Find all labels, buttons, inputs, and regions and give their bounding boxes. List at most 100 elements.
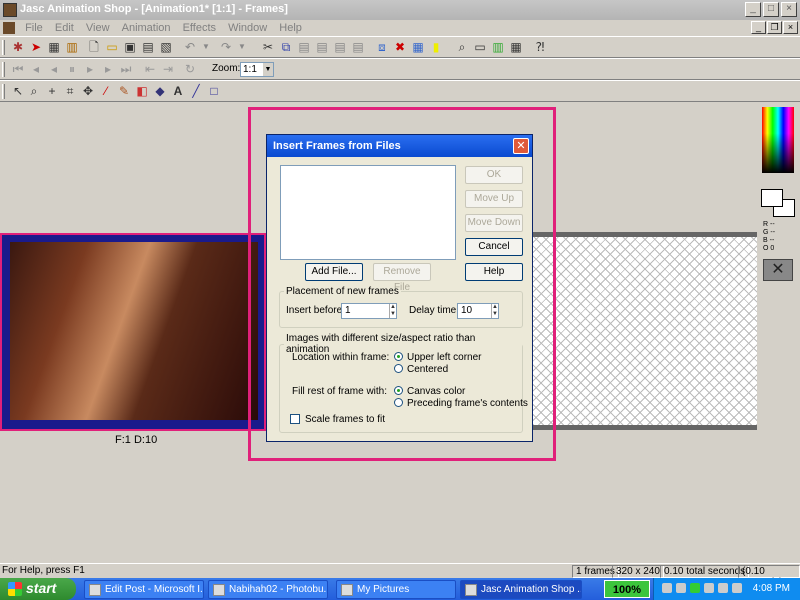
toolbar-grip[interactable] [2,84,5,99]
open-icon[interactable]: ▭ [104,39,120,55]
save-frames-icon[interactable]: ▤ [140,39,156,55]
last-frame-icon[interactable]: ⏭ [118,61,134,77]
scroll-forward-icon[interactable]: ⇥ [160,61,176,77]
tray-icon[interactable] [662,583,672,593]
dropper-tool-icon[interactable]: ⁄ [98,83,114,99]
remove-file-button[interactable]: Remove File [373,263,431,293]
line-tool-icon[interactable]: ╱ [188,83,204,99]
empty-frame-area[interactable] [533,237,757,425]
highlight-icon[interactable]: ▮ [428,39,444,55]
magnifier-tool-icon[interactable]: ⌕ [26,83,42,99]
centered-radio[interactable] [394,364,403,373]
menu-edit[interactable]: Edit [50,20,78,34]
shape-tool-icon[interactable]: □ [206,83,222,99]
zoom-tool-icon[interactable]: ⌕ [454,39,470,55]
transparent-swatch-icon[interactable]: ✕ [763,259,793,281]
delay-time-field[interactable]: 10 ▲ ▼ [457,303,499,319]
cancel-button[interactable]: Cancel [465,238,523,256]
paste-before-icon[interactable]: ▤ [332,39,348,55]
cut-icon[interactable]: ✂ [260,39,276,55]
foreground-swatch[interactable] [761,189,783,207]
brush-tool-icon[interactable]: ✎ [116,83,132,99]
menu-effects[interactable]: Effects [178,20,220,34]
dialog-close-button[interactable]: ✕ [513,138,529,154]
close-button[interactable]: × [781,2,797,17]
doc-restore-button[interactable]: ❐ [767,21,782,34]
start-button[interactable]: start [0,578,76,600]
banner-wizard-icon[interactable]: ➤ [28,39,44,55]
context-help-icon[interactable]: ⁈ [532,39,548,55]
loop-icon[interactable]: ↻ [182,61,198,77]
film-icon[interactable]: ▦ [508,39,524,55]
crosshair-tool-icon[interactable]: + [44,83,60,99]
task-my-pictures[interactable]: My Pictures [336,580,456,599]
task-animation-shop[interactable]: Jasc Animation Shop ... [460,580,582,599]
minimize-button[interactable]: _ [745,2,761,17]
next-frame-icon[interactable]: ▸ [100,61,116,77]
eraser-tool-icon[interactable]: ◧ [134,83,150,99]
fg-bg-swatches[interactable] [761,189,797,217]
animation-wizard-icon[interactable]: ✱ [10,39,26,55]
tray-icon[interactable] [690,583,700,593]
frame-properties-icon[interactable]: ▦ [410,39,426,55]
scroll-back-icon[interactable]: ⇤ [142,61,158,77]
doc-close-button[interactable]: × [783,21,798,34]
undo-dropdown-icon[interactable]: ▼ [198,39,214,55]
scale-frames-checkbox[interactable] [290,414,300,424]
help-button[interactable]: Help [465,263,523,281]
files-listbox[interactable] [280,165,456,260]
doc-icon[interactable] [3,22,15,34]
paste-new-icon[interactable]: ▤ [314,39,330,55]
menu-window[interactable]: Window [223,20,271,34]
doc-minimize-button[interactable]: _ [751,21,766,34]
toolbar-grip[interactable] [2,40,5,55]
app-icon[interactable] [3,3,17,17]
add-file-button[interactable]: Add File... [305,263,363,281]
menu-animation[interactable]: Animation [117,20,175,34]
view-animation-icon[interactable]: ▭ [472,39,488,55]
mover-tool-icon[interactable]: ✥ [80,83,96,99]
pause-icon[interactable]: ⏸ [64,61,80,77]
color-picker[interactable] [762,107,794,173]
frame-thumbnail[interactable] [0,233,266,431]
insert-before-field[interactable]: 1 ▲ ▼ [341,303,397,319]
toolbar-grip[interactable] [2,62,5,77]
upper-left-radio[interactable] [394,352,403,361]
new-icon[interactable]: 🗋 [86,39,102,55]
redo-icon[interactable]: ↷ [218,39,234,55]
task-edit-post[interactable]: Edit Post - Microsoft I... [84,580,204,599]
palette-icon[interactable]: ▥ [490,39,506,55]
first-frame-icon[interactable]: ⏮ [10,61,26,77]
task-photobucket[interactable]: Nabihah02 - Photobu... [208,580,328,599]
tray-icon[interactable] [676,583,686,593]
chevron-down-icon[interactable]: ▼ [263,63,273,76]
move-up-button[interactable]: Move Up [465,190,523,208]
text-tool-icon[interactable]: A [170,83,186,99]
delete-frames-icon[interactable]: ✖ [392,39,408,55]
tray-icon[interactable] [718,583,728,593]
spin-arrows-icon[interactable]: ▲ ▼ [491,304,498,318]
arrow-tool-icon[interactable]: ↖ [10,83,26,99]
frame-icon[interactable]: ▦ [46,39,62,55]
maximize-button[interactable]: □ [763,2,779,17]
fill-tool-icon[interactable]: ◆ [152,83,168,99]
menu-help[interactable]: Help [274,20,306,34]
zoom-indicator[interactable]: 100% [604,580,650,598]
preceding-radio[interactable] [394,398,403,407]
zoom-select[interactable]: 1:1 ▼ [240,62,274,77]
save-icon[interactable]: ▣ [122,39,138,55]
copy-icon[interactable]: ⧉ [278,39,294,55]
volume-icon[interactable] [732,583,742,593]
undo-icon[interactable]: ↶ [182,39,198,55]
crop-tool-icon[interactable]: ⌗ [62,83,78,99]
spin-arrows-icon[interactable]: ▲ ▼ [389,304,396,318]
paste-icon[interactable]: ▤ [296,39,312,55]
paste-after-icon[interactable]: ▤ [350,39,366,55]
menu-file[interactable]: File [20,20,47,34]
menu-view[interactable]: View [81,20,114,34]
redo-dropdown-icon[interactable]: ▼ [234,39,250,55]
move-down-button[interactable]: Move Down [465,214,523,232]
book-icon[interactable]: ▥ [64,39,80,55]
play-back-icon[interactable]: ◂ [46,61,62,77]
print-icon[interactable]: ▧ [158,39,174,55]
